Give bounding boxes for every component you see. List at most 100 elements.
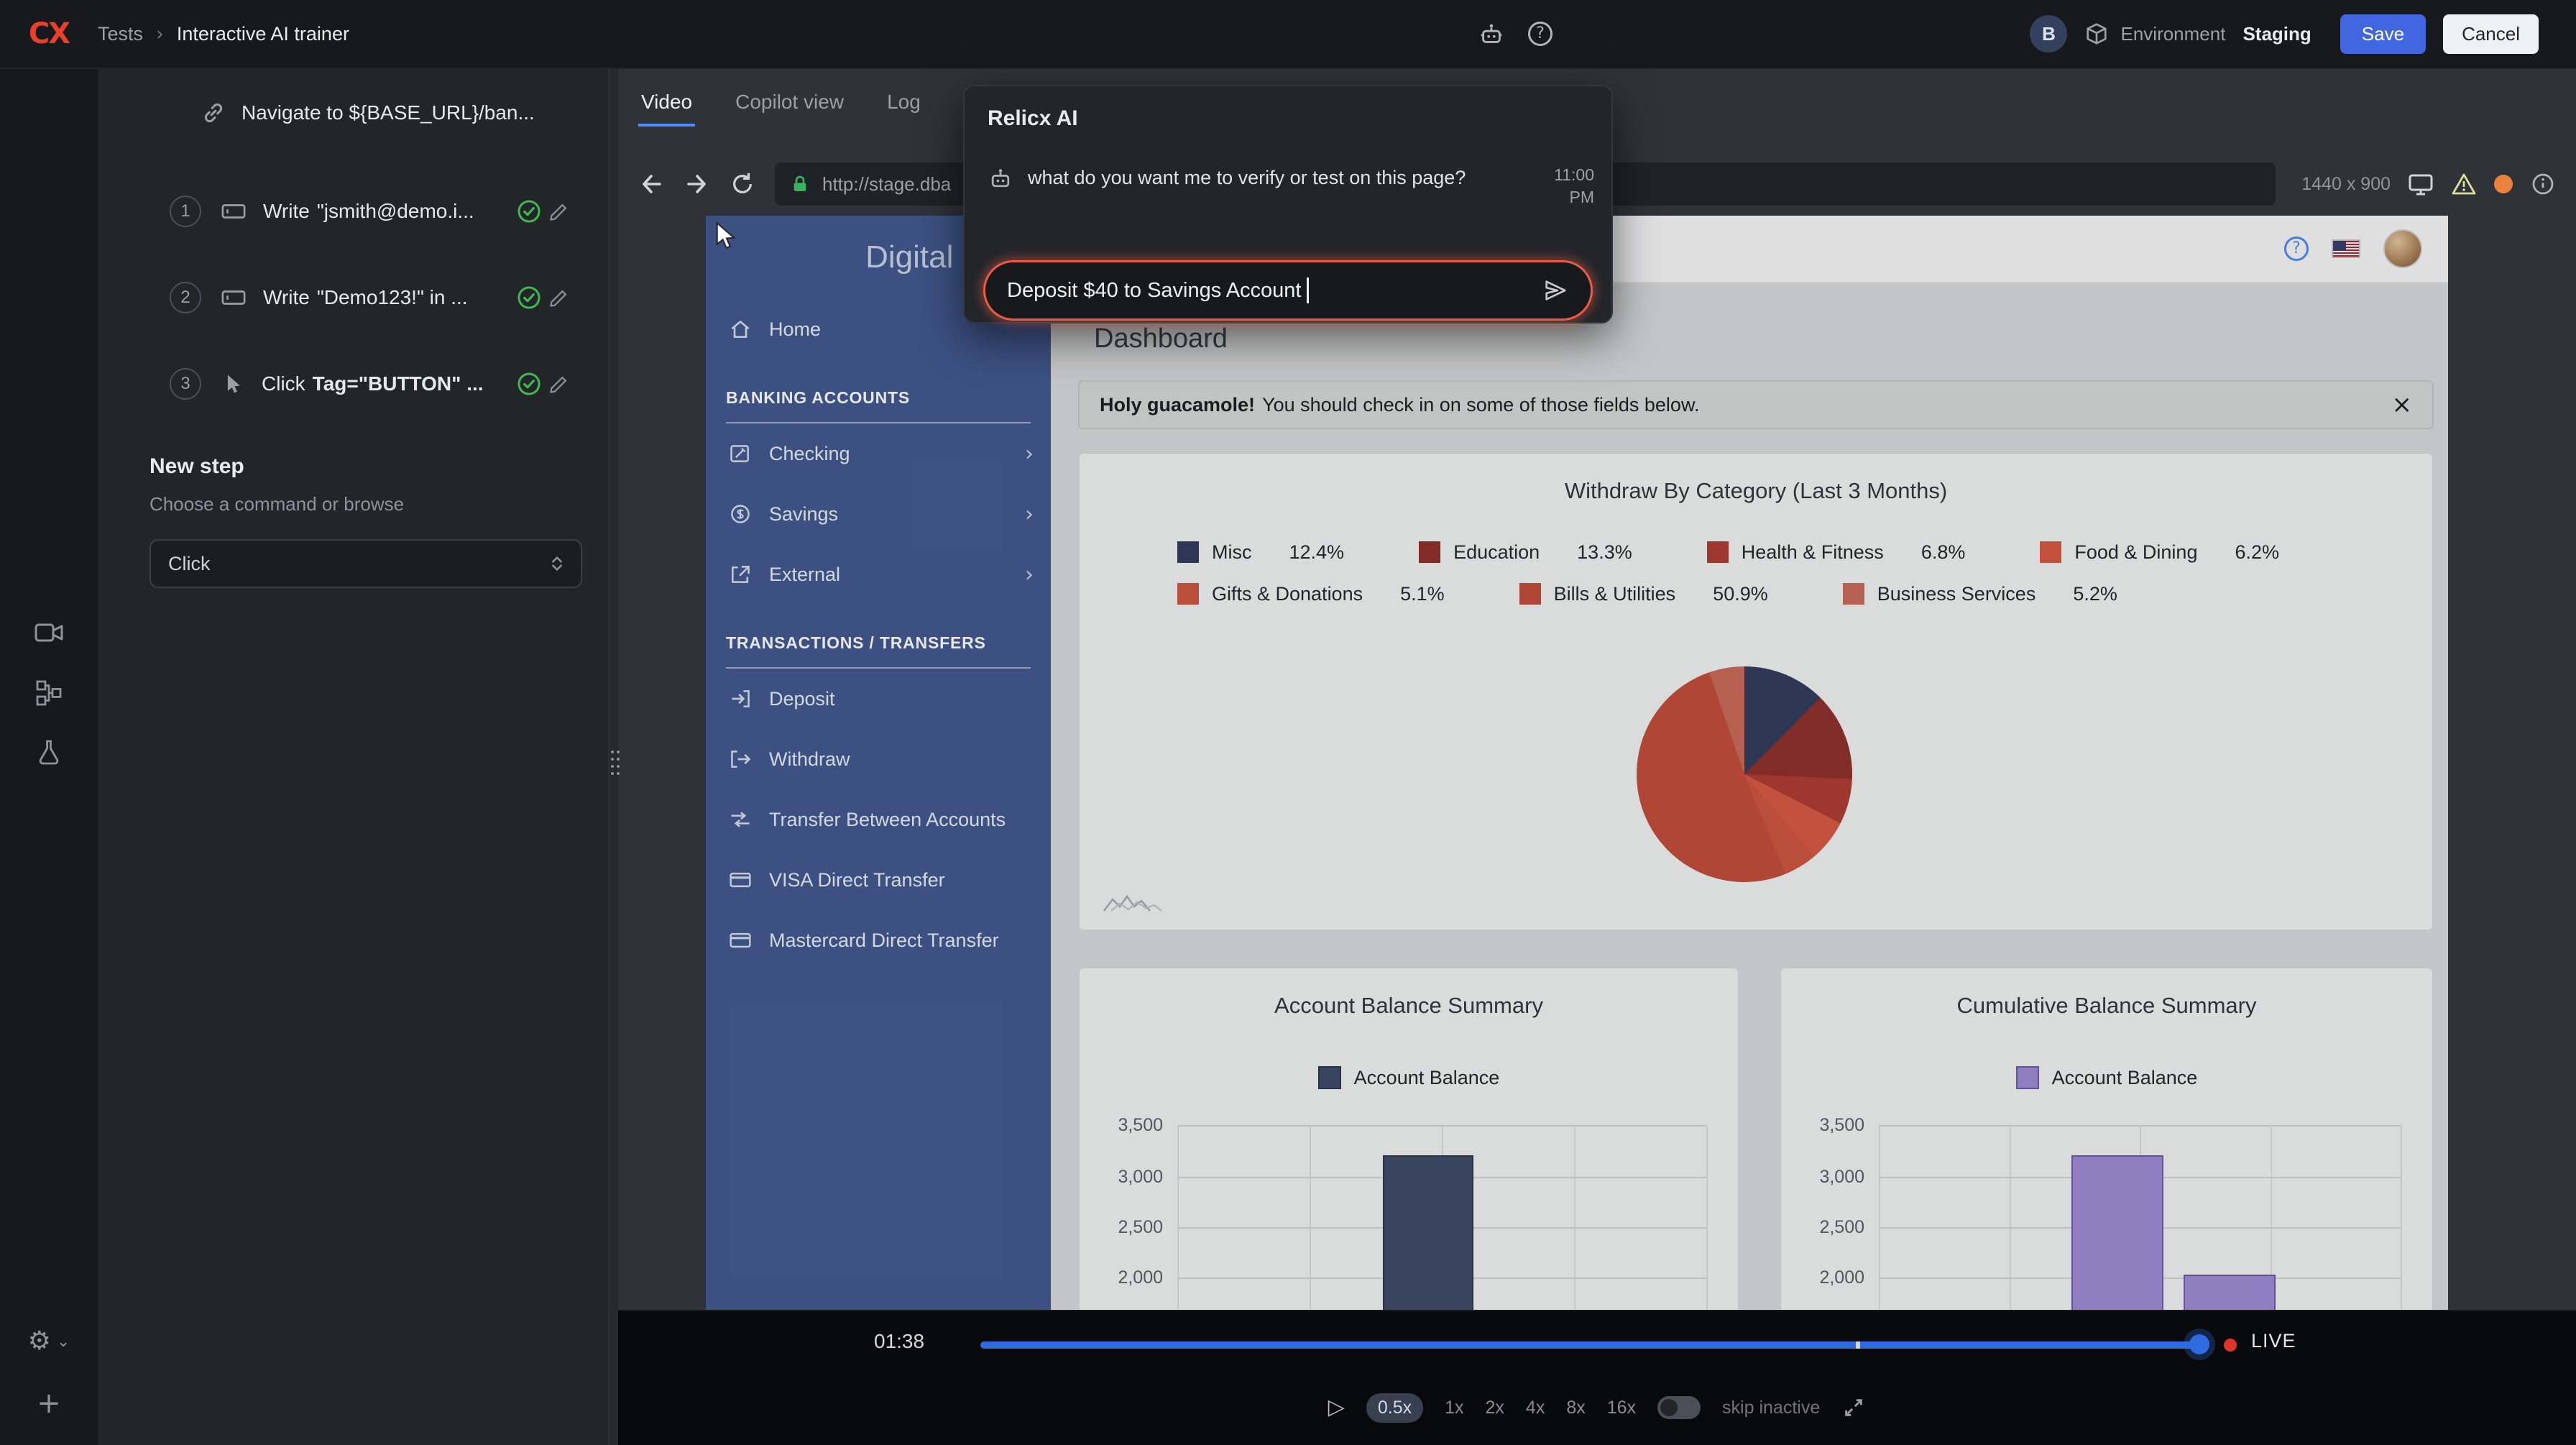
pie-chart-title: Withdraw By Category (Last 3 Months) (1080, 478, 2432, 504)
bank-nav-transfer[interactable]: Transfer Between Accounts (706, 789, 1051, 850)
checking-icon (729, 442, 752, 465)
navigate-step-label: Navigate to ${BASE_URL}/ban... (242, 101, 535, 124)
cumulative-balance-bar[interactable] (2184, 1275, 2276, 1310)
y-axis-tick: 3,500 (1781, 1115, 1864, 1136)
gridline (2401, 1125, 2402, 1310)
card-icon (729, 929, 752, 952)
reload-icon[interactable] (730, 172, 755, 196)
breadcrumb-tests[interactable]: Tests (98, 23, 143, 45)
settings-gear-icon[interactable]: ⚙ ⌄ (0, 1329, 98, 1354)
tab-log[interactable]: Log (884, 83, 924, 127)
bar-chart-legend[interactable]: Account Balance (1080, 1066, 1738, 1089)
bank-nav-mastercard-transfer[interactable]: Mastercard Direct Transfer (706, 910, 1051, 971)
cancel-button[interactable]: Cancel (2443, 14, 2539, 54)
external-icon (729, 563, 752, 586)
us-flag-icon[interactable] (2332, 239, 2360, 258)
bank-sidebar: DigitalBank Home BANKING ACCOUNTS Checki… (706, 216, 1051, 1310)
legend-item-health-fitness[interactable]: Health & Fitness6.8% (1707, 541, 1966, 564)
test-steps-panel: Navigate to ${BASE_URL}/ban... 1 Write"j… (98, 69, 608, 1445)
speed-4x[interactable]: 4x (1526, 1398, 1545, 1418)
speed-2x[interactable]: 2x (1486, 1398, 1504, 1418)
monitor-icon[interactable] (2408, 171, 2434, 197)
forward-icon[interactable] (684, 171, 710, 197)
skip-inactive-label: skip inactive (1722, 1398, 1820, 1418)
command-select[interactable]: Click (150, 539, 582, 588)
edit-pencil-icon[interactable] (548, 286, 571, 309)
new-step-subtitle: Choose a command or browse (150, 493, 404, 515)
live-label[interactable]: LIVE (2251, 1330, 2296, 1352)
environment-value[interactable]: Staging (2242, 23, 2311, 45)
step-row-1[interactable]: 1 Write"jsmith@demo.i... (170, 185, 588, 237)
bank-nav-checking[interactable]: Checking › (706, 423, 1051, 484)
bank-user-avatar[interactable] (2383, 229, 2422, 268)
user-avatar[interactable]: B (2030, 15, 2067, 52)
cumulative-balance-bar[interactable] (2071, 1155, 2163, 1310)
speed-16x[interactable]: 16x (1607, 1398, 1636, 1418)
tab-video[interactable]: Video (638, 83, 695, 127)
speed-0-5x[interactable]: 0.5x (1366, 1393, 1423, 1423)
bar-chart-legend[interactable]: Account Balance (1781, 1066, 2432, 1089)
step-row-2[interactable]: 2 Write"Demo123!" in ... (170, 272, 588, 324)
bank-nav-external[interactable]: External › (706, 544, 1051, 605)
robot-icon[interactable] (1478, 20, 1505, 47)
bank-nav-withdraw[interactable]: Withdraw (706, 729, 1051, 789)
view-tabs: Video Copilot view Log (638, 83, 924, 127)
home-icon (729, 318, 752, 341)
flask-icon[interactable] (0, 739, 98, 765)
bank-help-icon[interactable]: ? (2284, 237, 2309, 261)
gridline (1177, 1125, 1179, 1310)
write-step-icon (221, 285, 246, 310)
play-button[interactable]: ▷ (1328, 1397, 1345, 1418)
speed-8x[interactable]: 8x (1566, 1398, 1585, 1418)
add-button[interactable]: + (0, 1389, 98, 1418)
video-icon[interactable] (0, 621, 98, 644)
legend-item-bills-utilities[interactable]: Bills & Utilities50.9% (1519, 583, 1768, 605)
bank-nav-deposit[interactable]: Deposit (706, 669, 1051, 729)
skip-inactive-toggle[interactable] (1657, 1396, 1701, 1419)
legend-item-business-services[interactable]: Business Services5.2% (1843, 583, 2117, 605)
cumulative-balance-card: Cumulative Balance Summary Account Balan… (1780, 967, 2434, 1310)
withdraw-pie[interactable] (1637, 666, 1852, 882)
save-button[interactable]: Save (2340, 14, 2426, 54)
legend-item-education[interactable]: Education13.3% (1419, 541, 1632, 564)
account-balance-bar[interactable] (1383, 1155, 1473, 1310)
bank-nav: Home BANKING ACCOUNTS Checking › Savings… (706, 299, 1051, 971)
send-icon[interactable] (1542, 277, 1569, 304)
progress-bar[interactable] (980, 1341, 2199, 1349)
edit-pencil-icon[interactable] (548, 200, 571, 223)
write-step-icon (221, 199, 246, 224)
cx-logo[interactable]: CX (0, 17, 98, 50)
legend-item-food-dining[interactable]: Food & Dining6.2% (2040, 541, 2279, 564)
player-controls: ▷ 0.5x 1x 2x 4x 8x 16x skip inactive (618, 1386, 2576, 1429)
panel-resize-handle[interactable] (608, 69, 618, 1445)
new-step-title: New step (150, 454, 244, 479)
fullscreen-icon[interactable] (1841, 1395, 1866, 1420)
bank-section-banking-accounts: BANKING ACCOUNTS (726, 388, 1031, 423)
info-icon[interactable] (2530, 171, 2556, 197)
video-viewport[interactable]: DigitalBank Home BANKING ACCOUNTS Checki… (706, 216, 2448, 1310)
legend-swatch (1177, 583, 1199, 605)
ai-chat-message: what do you want me to verify or test on… (988, 164, 1594, 208)
help-icon[interactable]: ? (1528, 22, 1552, 46)
click-step-icon (221, 372, 244, 395)
scrubber-handle[interactable] (2189, 1334, 2209, 1354)
y-axis-tick: 2,000 (1781, 1267, 1864, 1288)
legend-item-gifts-donations[interactable]: Gifts & Donations5.1% (1177, 583, 1445, 605)
bank-nav-visa-transfer[interactable]: VISA Direct Transfer (706, 850, 1051, 910)
edit-pencil-icon[interactable] (548, 372, 571, 395)
flow-icon[interactable] (0, 680, 98, 706)
warning-triangle-icon[interactable] (2451, 171, 2477, 197)
topbar-right: B Environment Staging Save Cancel (2030, 14, 2576, 54)
step-row-3[interactable]: 3 ClickTag="BUTTON" ... (170, 358, 588, 410)
step-success-icon (516, 285, 542, 311)
ai-command-input[interactable]: Deposit $40 to Savings Account (983, 260, 1593, 321)
bank-nav-savings[interactable]: Savings › (706, 484, 1051, 544)
navigate-step[interactable]: Navigate to ${BASE_URL}/ban... (181, 101, 579, 125)
speed-1x[interactable]: 1x (1445, 1398, 1463, 1418)
status-dot-icon[interactable] (2494, 175, 2513, 193)
back-icon[interactable] (638, 171, 664, 197)
tab-copilot-view[interactable]: Copilot view (732, 83, 847, 127)
legend-item-misc[interactable]: Misc12.4% (1177, 541, 1344, 564)
alert-close-icon[interactable]: × (2392, 393, 2413, 417)
summary-cards-row: Account Balance Summary Account Balance … (1078, 967, 2434, 1310)
